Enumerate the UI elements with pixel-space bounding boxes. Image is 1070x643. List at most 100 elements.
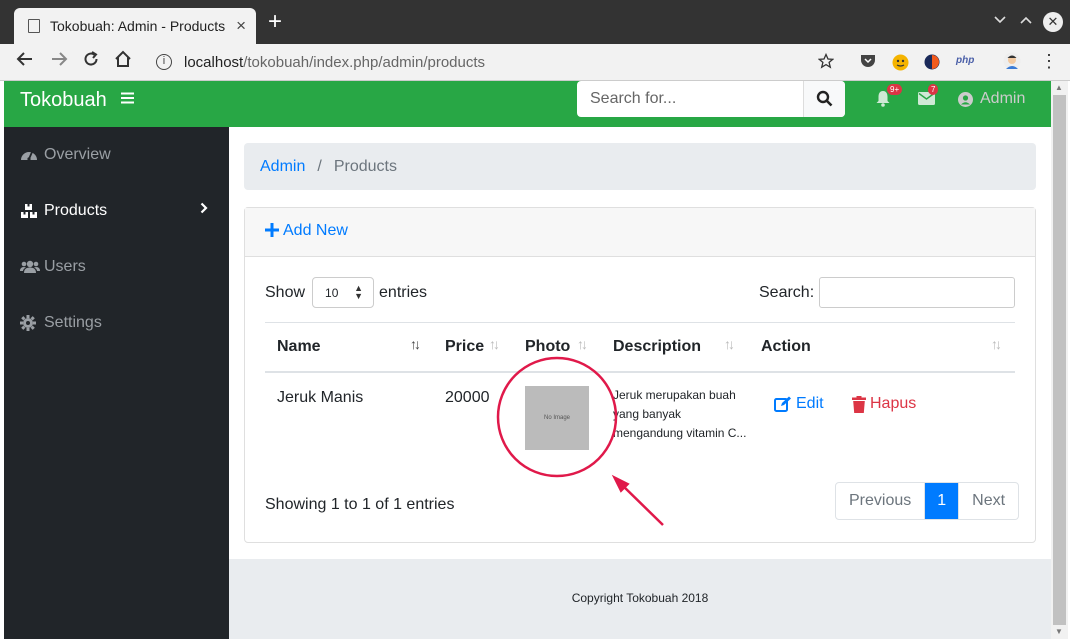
page-scrollbar[interactable]: ▲ ▼	[1051, 81, 1068, 639]
select-arrows-icon: ▲ ▼	[354, 283, 364, 301]
table-search-input[interactable]	[819, 277, 1015, 308]
table-search-label: Search:	[759, 284, 815, 301]
scroll-up-arrow-icon[interactable]: ▲	[1055, 83, 1063, 92]
sort-icon[interactable]: ↑↓	[991, 336, 1002, 352]
sidebar-item-settings[interactable]: Settings	[4, 303, 229, 343]
sidebar: Overview Products Users Settings	[4, 127, 229, 639]
breadcrumb-separator: /	[317, 157, 322, 175]
page-icon	[28, 19, 40, 33]
entries-length-select[interactable]: 10 ▲ ▼	[312, 277, 375, 308]
col-header-action[interactable]: Action	[761, 338, 811, 356]
sidebar-item-label: Products	[44, 202, 108, 219]
products-card: Add New Show 10 ▲ ▼ entries Search: Name …	[244, 207, 1036, 543]
breadcrumb-admin-link[interactable]: Admin	[260, 158, 305, 176]
alerts-bell-icon[interactable]: 9+	[875, 84, 903, 112]
entries-length-value: 10	[325, 285, 339, 300]
user-name: Admin	[980, 90, 1026, 107]
sumo-extension-icon[interactable]	[924, 54, 940, 73]
new-tab-button[interactable]: +	[268, 10, 282, 34]
sidebar-item-users[interactable]: Users	[4, 247, 229, 287]
trash-icon	[852, 395, 866, 413]
plus-icon	[265, 223, 279, 239]
search-button[interactable]	[803, 81, 845, 117]
col-header-photo[interactable]: Photo	[525, 338, 570, 356]
breadcrumb: Admin / Products	[244, 143, 1036, 190]
users-icon	[20, 259, 40, 275]
edit-icon	[774, 396, 792, 413]
emoji-extension-icon[interactable]	[892, 54, 909, 74]
entries-label: entries	[379, 283, 428, 301]
main-content: Admin / Products Add New Show 10 ▲ ▼ entr…	[229, 127, 1051, 639]
search-input[interactable]: Search for...	[590, 90, 676, 108]
pocket-icon[interactable]	[860, 54, 876, 72]
card-header: Add New	[245, 208, 1035, 257]
sidebar-item-label: Users	[44, 258, 86, 275]
url-path: /tokobuah/index.php/admin/products	[243, 53, 486, 71]
entries-length-control: Show 10 ▲ ▼ entries	[265, 277, 427, 308]
copyright-text: Copyright Tokobuah 2018	[571, 591, 709, 605]
tachometer-icon	[20, 147, 38, 163]
pagination: Previous 1 Next	[835, 482, 1020, 520]
info-icon[interactable]: i	[156, 54, 172, 70]
messages-badge: 7	[928, 84, 939, 95]
row-name: Jeruk Manis	[277, 389, 364, 406]
previous-page-button[interactable]: Previous	[836, 483, 924, 519]
php-extension-icon[interactable]: php	[956, 55, 974, 66]
brand-logo[interactable]: Tokobuah	[20, 89, 107, 112]
page-1-button[interactable]: 1	[924, 483, 959, 519]
back-arrow-icon[interactable]	[16, 50, 34, 74]
messages-envelope-icon[interactable]: 7	[918, 84, 939, 110]
search-icon	[816, 90, 833, 107]
photo-placeholder-text: No Image	[543, 415, 570, 421]
user-menu[interactable]: Admin	[958, 90, 1025, 108]
sidebar-item-label: Settings	[44, 314, 102, 331]
col-header-price[interactable]: Price	[445, 338, 484, 356]
browser-toolbar: i localhost/tokobuah/index.php/admin/pro…	[0, 44, 1070, 81]
tab-title: Tokobuah: Admin - Products	[50, 18, 226, 34]
col-header-description[interactable]: Description	[613, 338, 701, 356]
browser-tabbar: Tokobuah: Admin - Products × + ✕	[0, 0, 1070, 44]
user-circle-icon	[958, 91, 973, 107]
sort-icon[interactable]: ↑↓	[577, 336, 588, 352]
product-photo: No Image	[525, 386, 589, 450]
tab-close-icon[interactable]: ×	[236, 16, 246, 36]
col-header-name[interactable]: Name	[277, 338, 321, 356]
add-new-label: Add New	[283, 222, 348, 239]
edit-button[interactable]: Edit	[774, 395, 824, 413]
row-price: 20000	[445, 389, 490, 406]
boxes-icon	[20, 203, 38, 219]
scroll-down-arrow-icon[interactable]: ▼	[1055, 627, 1063, 636]
address-bar[interactable]: i localhost/tokobuah/index.php/admin/pro…	[150, 48, 850, 76]
window-close-icon[interactable]: ✕	[1043, 12, 1063, 32]
url-host: localhost	[184, 53, 244, 71]
row-description: Jeruk merupakan buah yang banyak mengand…	[613, 388, 747, 440]
chevron-right-icon	[200, 201, 208, 219]
delete-button[interactable]: Hapus	[852, 395, 916, 413]
sidebar-item-overview[interactable]: Overview	[4, 135, 229, 175]
sort-asc-icon[interactable]: ↑↓	[410, 336, 421, 352]
sidebar-item-products[interactable]: Products	[4, 191, 229, 231]
cog-icon	[20, 315, 38, 331]
profile-avatar-icon[interactable]	[1003, 52, 1021, 74]
home-icon[interactable]	[114, 50, 132, 74]
sort-icon[interactable]: ↑↓	[489, 336, 500, 352]
bookmark-star-icon[interactable]	[817, 52, 835, 72]
sort-icon[interactable]: ↑↓	[724, 336, 735, 352]
sidebar-toggle-icon[interactable]	[121, 87, 134, 110]
breadcrumb-current: Products	[333, 157, 397, 175]
add-new-button[interactable]: Add New	[265, 222, 348, 240]
scrollbar-thumb[interactable]	[1053, 95, 1066, 625]
table-header: Name ↑↓ Price ↑↓ Photo ↑↓ Description ↑↓…	[265, 322, 1015, 373]
app-navbar: Tokobuah Search for... 9+ 7 Admin	[4, 81, 1051, 127]
forward-arrow-icon[interactable]	[50, 50, 68, 74]
menu-kebab-icon[interactable]: ⋮	[1040, 51, 1058, 72]
next-page-button[interactable]: Next	[958, 483, 1018, 519]
table-info: Showing 1 to 1 of 1 entries	[265, 496, 455, 513]
reload-icon[interactable]	[82, 50, 100, 74]
chevron-down-icon[interactable]	[993, 12, 1007, 28]
chevron-up-icon[interactable]	[1019, 12, 1033, 28]
alerts-badge: 9+	[887, 84, 903, 95]
browser-tab[interactable]: Tokobuah: Admin - Products ×	[14, 8, 256, 44]
footer: Copyright Tokobuah 2018	[229, 559, 1051, 639]
navbar-search: Search for...	[577, 81, 845, 117]
